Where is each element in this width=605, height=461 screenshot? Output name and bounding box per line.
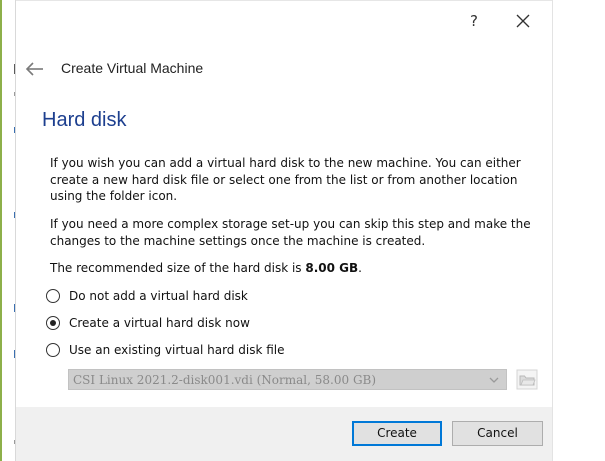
radio-no-disk[interactable] (46, 289, 60, 303)
storage-paragraph: If you need a more complex storage set-u… (50, 217, 531, 248)
create-vm-dialog: ? Create Virtual Machine Hard disk If yo… (16, 0, 552, 461)
dialog-title: Create Virtual Machine (61, 60, 204, 76)
radio-create-disk[interactable] (46, 316, 60, 330)
option-existing-disk-label: Use an existing virtual hard disk file (69, 343, 285, 357)
option-create-disk[interactable]: Create a virtual hard disk now (46, 314, 250, 332)
create-button[interactable]: Create (352, 421, 442, 446)
option-no-disk[interactable]: Do not add a virtual hard disk (46, 287, 248, 305)
back-button[interactable] (24, 58, 46, 80)
close-button[interactable] (512, 10, 534, 32)
back-arrow-icon (25, 62, 43, 76)
folder-icon (516, 369, 538, 390)
dialog-top-edge (16, 0, 553, 1)
cancel-button[interactable]: Cancel (452, 421, 543, 446)
close-icon (516, 14, 530, 28)
dialog-right-edge (552, 0, 553, 461)
recommended-size-text: The recommended size of the hard disk is… (50, 260, 550, 277)
screen: ? Create Virtual Machine Hard disk If yo… (0, 0, 605, 461)
background-window-strip (0, 0, 15, 461)
intro-paragraph: If you wish you can add a virtual hard d… (50, 156, 521, 203)
help-button[interactable]: ? (463, 9, 485, 33)
option-existing-disk[interactable]: Use an existing virtual hard disk file (46, 341, 284, 359)
page-heading: Hard disk (42, 109, 127, 131)
recommended-size-value: 8.00 GB (305, 261, 359, 275)
choose-disk-file-button[interactable] (516, 369, 538, 390)
background-window-border (0, 0, 2, 461)
recommended-size-suffix: . (358, 261, 362, 275)
existing-disk-select[interactable]: CSI Linux 2021.2-disk001.vdi (Normal, 58… (68, 369, 507, 390)
recommended-size-prefix: The recommended size of the hard disk is (50, 261, 306, 275)
option-create-disk-label: Create a virtual hard disk now (69, 316, 250, 330)
radio-existing-disk[interactable] (46, 343, 60, 357)
existing-disk-select-value: CSI Linux 2021.2-disk001.vdi (Normal, 58… (73, 372, 377, 387)
chevron-down-icon (489, 377, 499, 383)
option-no-disk-label: Do not add a virtual hard disk (69, 289, 248, 303)
